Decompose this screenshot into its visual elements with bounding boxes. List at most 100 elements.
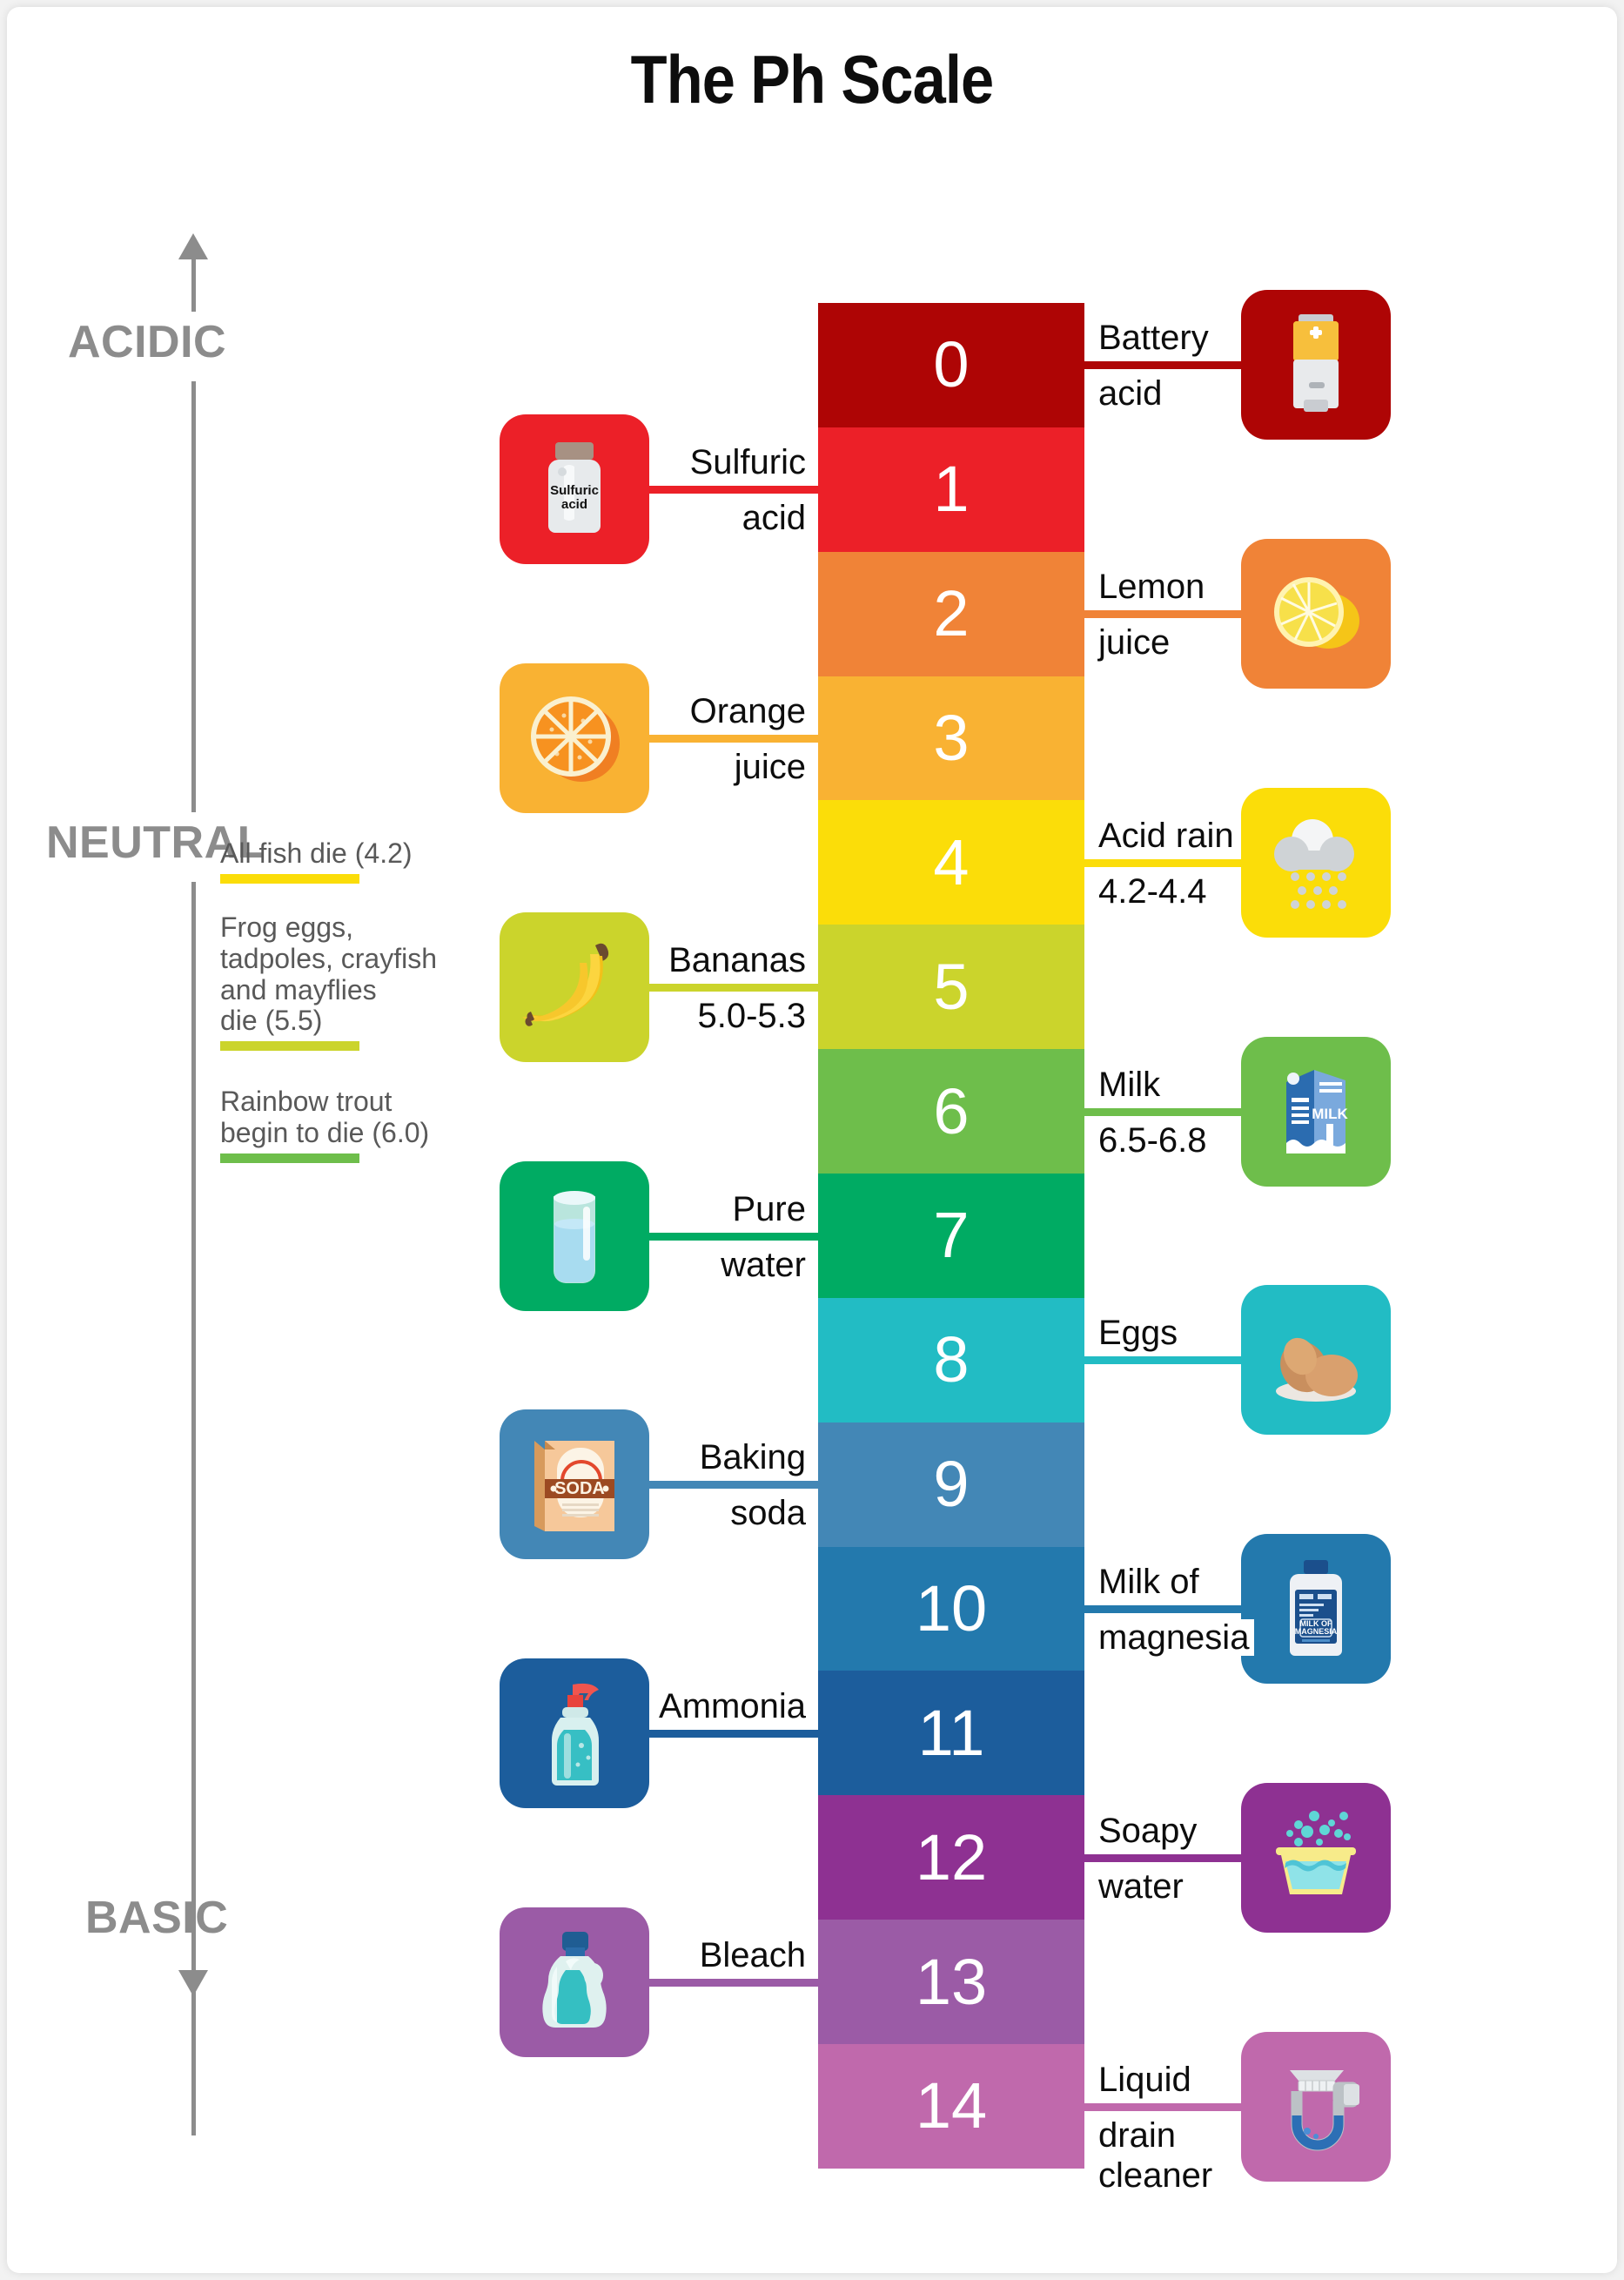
sulfuric-bottle-icon: Sulfuric acid <box>519 434 630 545</box>
ph-band-1: 1 <box>818 427 1084 552</box>
svg-text:acid: acid <box>561 497 587 512</box>
spray-bottle-tile <box>500 1658 649 1808</box>
fish-annotation-text: All fish die (4.2) <box>220 837 413 869</box>
ph-band-number: 6 <box>933 1074 970 1147</box>
ph-band-9: 9 <box>818 1422 1084 1547</box>
lemon-icon <box>1260 558 1372 669</box>
axis-line-upper <box>191 258 196 312</box>
ph-band-4: 4 <box>818 800 1084 925</box>
callout-label-ammonia: Ammonia <box>654 1688 811 1725</box>
callout-label-milk: Milk <box>1093 1066 1166 1103</box>
connector-line-left <box>644 983 823 992</box>
ph-direction-axis: ACIDIC NEUTRAL BASIC <box>46 233 364 2236</box>
axis-label-acidic: ACIDIC <box>68 317 227 367</box>
callout-sublabel: juice <box>1093 624 1176 662</box>
callout-label-lemon: Lemon <box>1093 568 1211 606</box>
callout-sublabel: 6.5-6.8 <box>1093 1121 1212 1159</box>
ph-band-6: 6 <box>818 1049 1084 1174</box>
svg-text:SODA: SODA <box>554 1479 605 1498</box>
ph-band-number: 7 <box>933 1199 970 1272</box>
soapy-basin-icon <box>1260 1802 1372 1913</box>
orange-slice-tile <box>500 663 649 814</box>
svg-text:MAGNESIA: MAGNESIA <box>1295 1627 1338 1636</box>
ph-band-number: 2 <box>933 577 970 650</box>
ph-band-number: 10 <box>915 1572 988 1645</box>
connector-line-left <box>644 1729 823 1738</box>
callout-label-soapy: Soapy <box>1093 1812 1203 1849</box>
ph-band-number: 13 <box>915 1945 988 2018</box>
callout-label-battery: Battery <box>1093 319 1214 357</box>
spray-bottle-icon <box>519 1678 630 1789</box>
callout-label-pure: Pure <box>727 1190 811 1227</box>
callout-label-liquid: Liquid <box>1093 2061 1197 2098</box>
arrow-down-icon <box>178 1970 208 1996</box>
connector-line-right <box>1083 1853 1245 1862</box>
ph-band-3: 3 <box>818 676 1084 801</box>
ph-band-2: 2 <box>818 551 1084 676</box>
connector-line-left <box>644 1481 823 1490</box>
water-glass-icon <box>519 1180 630 1292</box>
callout-sublabel: 5.0-5.3 <box>692 997 811 1034</box>
connector-line-right <box>1083 1356 1245 1365</box>
ph-band-number: 0 <box>933 328 970 401</box>
connector-line-right <box>1083 361 1245 370</box>
lemon-tile <box>1241 539 1391 689</box>
connector-line-right <box>1083 2102 1245 2111</box>
ph-band-12: 12 <box>818 1795 1084 1920</box>
callout-label-sulfuric: Sulfuric <box>684 444 811 481</box>
eggs-icon <box>1260 1304 1372 1416</box>
ph-band-0: 0 <box>818 303 1084 427</box>
bananas-icon <box>519 932 630 1043</box>
callout-sublabel: acid <box>736 500 811 537</box>
milk-carton-tile: MILK <box>1241 1036 1391 1187</box>
rain-cloud-tile <box>1241 787 1391 938</box>
connector-line-right <box>1083 858 1245 867</box>
milk-carton-icon: MILK <box>1260 1056 1372 1167</box>
connector-line-left <box>644 1978 823 1987</box>
ph-band-number: 14 <box>915 2069 988 2142</box>
orange-slice-icon <box>519 683 630 794</box>
fish-annotation-text: Rainbow trout begin to die (6.0) <box>220 1086 430 1148</box>
water-glass-tile <box>500 1160 649 1311</box>
ph-band-10: 10 <box>818 1546 1084 1671</box>
callout-sublabel: drain <box>1093 2116 1181 2154</box>
magnesia-bottle-tile: MILK OF MAGNESIA <box>1241 1534 1391 1685</box>
ph-band-number: 12 <box>915 1820 988 1893</box>
callout-label-orange: Orange <box>684 693 811 730</box>
fish-annotation-1: Frog eggs, tadpoles, crayfish and mayfli… <box>220 911 438 1052</box>
ph-band-number: 9 <box>933 1448 970 1521</box>
fish-annotation-text: Frog eggs, tadpoles, crayfish and mayfli… <box>220 911 438 1037</box>
connector-line-right <box>1083 610 1245 619</box>
bleach-bottle-tile <box>500 1907 649 2057</box>
soda-box-icon: SODA <box>519 1429 630 1540</box>
drain-pipe-tile <box>1241 2031 1391 2182</box>
ph-band-11: 11 <box>818 1671 1084 1796</box>
ph-band-number: 11 <box>917 1696 985 1769</box>
page-title: The Ph Scale <box>630 41 995 118</box>
eggs-tile <box>1241 1285 1391 1436</box>
callout-sublabel: acid <box>1093 375 1168 413</box>
rain-cloud-icon <box>1260 807 1372 918</box>
bananas-tile <box>500 911 649 1062</box>
svg-text:Sulfuric: Sulfuric <box>550 483 599 498</box>
drain-pipe-icon <box>1260 2051 1372 2162</box>
magnesia-bottle-icon: MILK OF MAGNESIA <box>1260 1553 1372 1665</box>
callout-range: cleaner <box>1093 2156 1218 2194</box>
callout-sublabel: magnesia <box>1093 1619 1255 1656</box>
connector-line-left <box>644 1232 823 1241</box>
svg-text:MILK: MILK <box>1312 1106 1348 1122</box>
fish-annotation-rule <box>220 1153 359 1163</box>
ph-band-number: 8 <box>933 1323 970 1396</box>
sulfuric-bottle-tile: Sulfuric acid <box>500 414 649 565</box>
fish-annotation-rule <box>220 873 359 884</box>
ph-band-14: 14 <box>818 2044 1084 2169</box>
fish-annotation-0: All fish die (4.2) <box>220 837 413 884</box>
ph-band-number: 5 <box>933 950 970 1023</box>
axis-line-mid <box>191 381 196 812</box>
callout-sublabel: 4.2-4.4 <box>1093 872 1212 910</box>
callout-label-eggs: Eggs <box>1093 1315 1184 1352</box>
fish-annotation-rule <box>220 1041 359 1052</box>
callout-sublabel: juice <box>728 749 811 785</box>
soda-box-tile: SODA <box>500 1409 649 1560</box>
callout-sublabel: water <box>1093 1867 1189 1905</box>
